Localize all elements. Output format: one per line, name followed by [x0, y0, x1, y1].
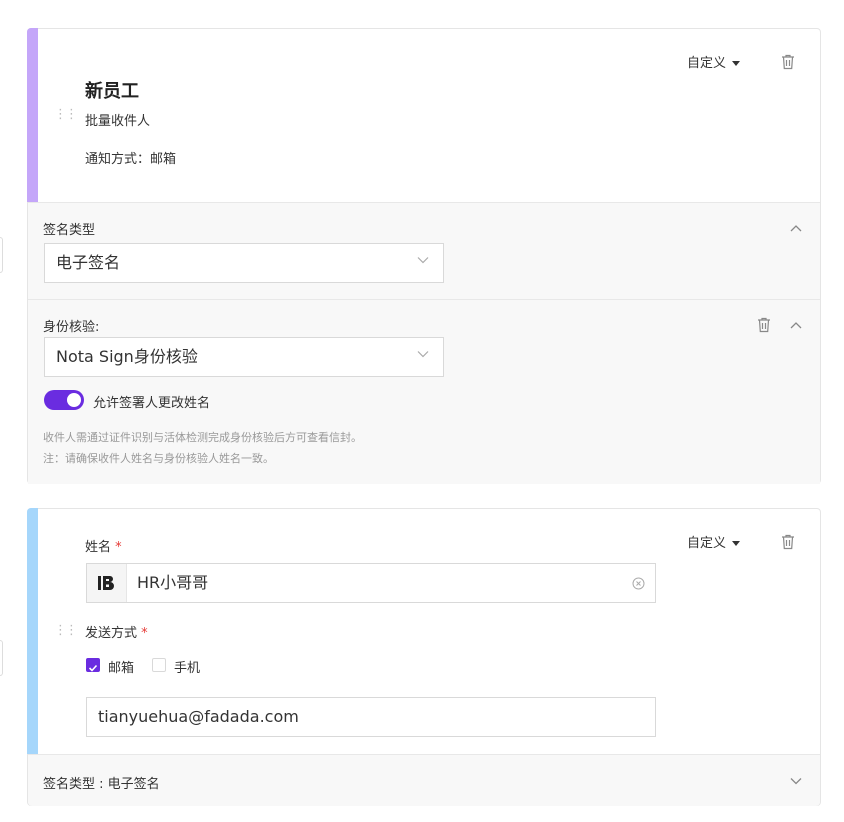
- identity-note: 注：请确保收件人姓名与身份核验人姓名一致。: [43, 452, 274, 465]
- chevron-down-icon: [417, 257, 429, 264]
- identity-select-value: Nota Sign身份核验: [56, 347, 198, 366]
- sign-type-summary-section[interactable]: 签名类型 : 电子签名: [28, 754, 820, 806]
- phone-option-label: 手机: [174, 661, 201, 676]
- identity-select[interactable]: Nota Sign身份核验: [44, 337, 444, 377]
- check-icon: [88, 664, 98, 672]
- name-input[interactable]: HR小哥哥: [86, 563, 656, 603]
- contact-book-icon: [98, 576, 114, 590]
- trash-icon[interactable]: [781, 54, 795, 70]
- recipient-card-individual: ⋮⋮ 自定义 姓名 * HR小哥哥 发送方式 * 邮箱 手机 tianyuehu…: [27, 508, 821, 806]
- toggle-knob: [67, 393, 81, 407]
- name-field-label: 姓名 *: [85, 536, 122, 555]
- drag-handle-icon[interactable]: ⋮⋮: [54, 108, 78, 121]
- sign-type-label: 签名类型: [43, 223, 96, 238]
- side-handle: [0, 640, 3, 676]
- caret-down-icon: [732, 541, 741, 546]
- email-checkbox[interactable]: [86, 658, 100, 672]
- sign-type-section: 签名类型 电子签名: [28, 202, 820, 299]
- notify-label: 通知方式：: [85, 152, 151, 167]
- clear-icon[interactable]: [632, 577, 645, 590]
- chevron-down-icon: [417, 351, 429, 358]
- notify-method: 通知方式：邮箱: [85, 148, 176, 167]
- notify-value: 邮箱: [150, 152, 177, 167]
- sign-type-select[interactable]: 电子签名: [44, 243, 444, 283]
- sign-type-select-value: 电子签名: [56, 253, 121, 272]
- custom-dropdown-label: 自定义: [687, 536, 727, 551]
- identity-hint: 收件人需通过证件识别与活体检测完成身份核验后方可查看信封。: [43, 431, 362, 444]
- custom-dropdown[interactable]: 自定义: [687, 532, 741, 551]
- required-mark: *: [141, 626, 148, 641]
- recipient-subtitle: 批量收件人: [85, 114, 151, 129]
- phone-checkbox[interactable]: [152, 658, 166, 672]
- send-label-text: 发送方式: [85, 626, 138, 641]
- card-accent-bar: [27, 28, 38, 202]
- identity-label: 身份核验:: [43, 320, 100, 335]
- email-input-value: tianyuehua@fadada.com: [98, 707, 299, 726]
- toggle-label: 允许签署人更改姓名: [93, 396, 211, 411]
- identity-section: 身份核验: Nota Sign身份核验 允许签署人更改姓名 收件人需通过证件识别…: [28, 299, 820, 484]
- trash-icon[interactable]: [781, 534, 795, 550]
- chevron-down-icon[interactable]: [790, 777, 802, 785]
- card-accent-bar: [27, 508, 38, 754]
- allow-name-change-toggle[interactable]: [44, 390, 84, 410]
- email-option-label: 邮箱: [108, 661, 135, 676]
- sign-type-summary: 签名类型 : 电子签名: [43, 777, 160, 792]
- name-input-value: HR小哥哥: [137, 573, 209, 592]
- chevron-up-icon[interactable]: [790, 224, 802, 232]
- required-mark: *: [115, 540, 122, 555]
- name-label-text: 姓名: [85, 540, 112, 555]
- side-handle: [0, 237, 3, 273]
- trash-icon[interactable]: [757, 317, 771, 333]
- recipient-title: 新员工: [85, 81, 139, 102]
- send-method-label: 发送方式 *: [85, 622, 148, 641]
- recipient-card-new-employee: ⋮⋮ 新员工 批量收件人 通知方式：邮箱 自定义 签名类型 电子签名 身份核验:: [27, 28, 821, 484]
- email-input[interactable]: tianyuehua@fadada.com: [86, 697, 656, 737]
- chevron-up-icon[interactable]: [790, 321, 802, 329]
- caret-down-icon: [732, 61, 741, 66]
- custom-dropdown[interactable]: 自定义: [687, 52, 741, 71]
- contact-book-button[interactable]: [87, 564, 127, 602]
- drag-handle-icon[interactable]: ⋮⋮: [54, 624, 78, 637]
- custom-dropdown-label: 自定义: [687, 56, 727, 71]
